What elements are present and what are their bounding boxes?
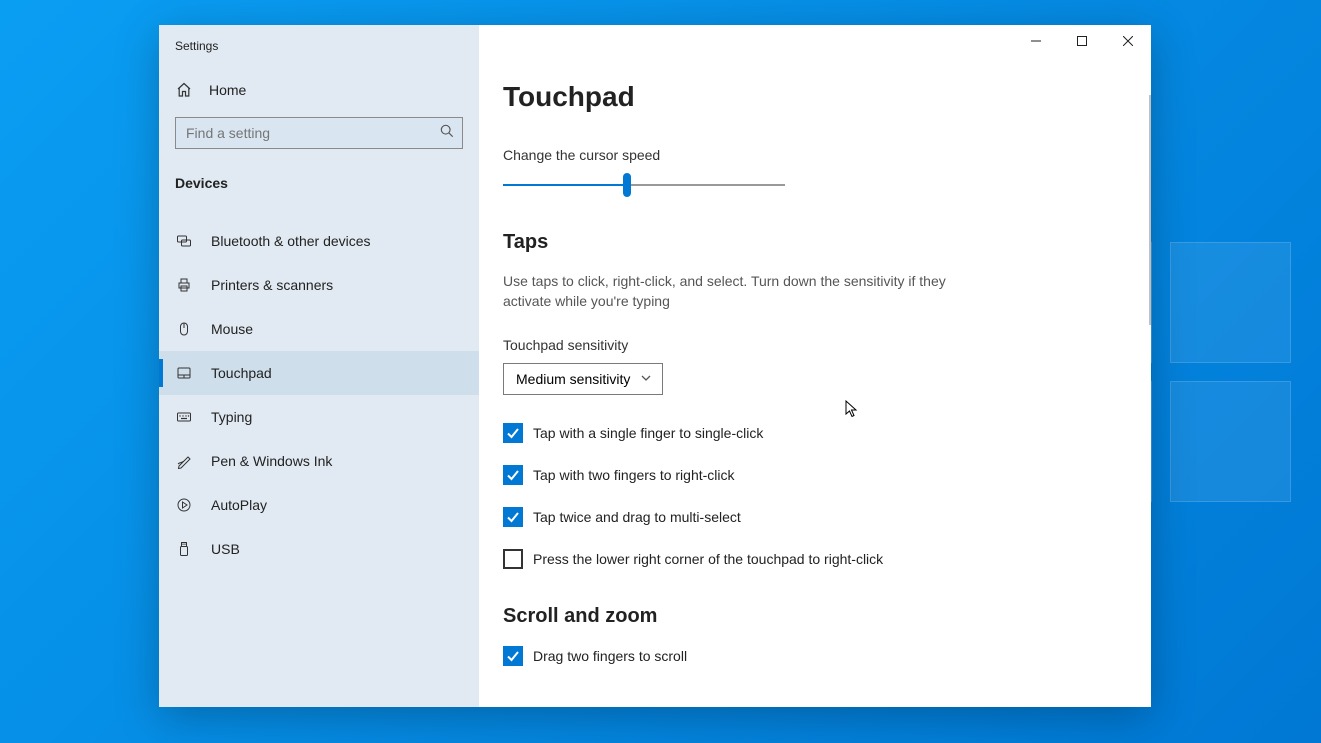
sidebar-item-usb[interactable]: USB — [159, 527, 479, 571]
sidebar-item-printers[interactable]: Printers & scanners — [159, 263, 479, 307]
checkbox-label: Tap twice and drag to multi-select — [533, 509, 741, 525]
app-title: Settings — [159, 37, 479, 71]
checkbox-icon — [503, 646, 523, 666]
sidebar: Settings Home Devices Bluetooth & other … — [159, 25, 479, 707]
nav-list: Bluetooth & other devices Printers & sca… — [159, 219, 479, 571]
close-button[interactable] — [1105, 25, 1151, 57]
home-label: Home — [209, 82, 246, 98]
chevron-down-icon — [640, 371, 652, 387]
sidebar-item-label: Printers & scanners — [211, 277, 333, 293]
taps-description: Use taps to click, right-click, and sele… — [503, 272, 963, 311]
checkbox-label: Drag two fingers to scroll — [533, 648, 687, 664]
checkbox-label: Tap with a single finger to single-click — [533, 425, 763, 441]
sidebar-item-label: Typing — [211, 409, 252, 425]
autoplay-icon — [175, 496, 193, 514]
sidebar-item-label: Mouse — [211, 321, 253, 337]
sidebar-item-label: Touchpad — [211, 365, 272, 381]
page-title: Touchpad — [503, 81, 1127, 113]
sensitivity-value: Medium sensitivity — [516, 371, 630, 387]
checkbox-lower-right[interactable]: Press the lower right corner of the touc… — [503, 549, 1127, 569]
usb-icon — [175, 540, 193, 558]
slider-thumb[interactable] — [623, 173, 631, 197]
search-icon — [440, 124, 454, 143]
settings-window: Settings Home Devices Bluetooth & other … — [159, 25, 1151, 707]
checkbox-icon — [503, 507, 523, 527]
sidebar-item-touchpad[interactable]: Touchpad — [159, 351, 479, 395]
content-area: Touchpad Change the cursor speed Taps Us… — [479, 25, 1151, 707]
scrollbar[interactable] — [1149, 95, 1151, 325]
checkbox-icon — [503, 549, 523, 569]
checkbox-icon — [503, 423, 523, 443]
checkbox-drag-scroll[interactable]: Drag two fingers to scroll — [503, 646, 1127, 666]
touchpad-icon — [175, 364, 193, 382]
sidebar-item-mouse[interactable]: Mouse — [159, 307, 479, 351]
bluetooth-icon — [175, 232, 193, 250]
keyboard-icon — [175, 408, 193, 426]
checkbox-single-tap[interactable]: Tap with a single finger to single-click — [503, 423, 1127, 443]
search-box[interactable] — [175, 117, 463, 149]
home-button[interactable]: Home — [159, 71, 479, 109]
checkbox-label: Tap with two fingers to right-click — [533, 467, 735, 483]
sidebar-item-typing[interactable]: Typing — [159, 395, 479, 439]
titlebar-buttons — [1013, 25, 1151, 57]
mouse-icon — [175, 320, 193, 338]
taps-title: Taps — [503, 231, 1127, 254]
sidebar-item-label: AutoPlay — [211, 497, 267, 513]
sidebar-item-bluetooth[interactable]: Bluetooth & other devices — [159, 219, 479, 263]
pen-icon — [175, 452, 193, 470]
sidebar-item-label: Pen & Windows Ink — [211, 453, 332, 469]
printer-icon — [175, 276, 193, 294]
sidebar-item-label: Bluetooth & other devices — [211, 233, 371, 249]
maximize-button[interactable] — [1059, 25, 1105, 57]
home-icon — [175, 81, 193, 99]
checkbox-tap-twice-drag[interactable]: Tap twice and drag to multi-select — [503, 507, 1127, 527]
checkbox-two-finger-tap[interactable]: Tap with two fingers to right-click — [503, 465, 1127, 485]
checkbox-label: Press the lower right corner of the touc… — [533, 551, 883, 567]
sensitivity-label: Touchpad sensitivity — [503, 337, 1127, 353]
sidebar-item-pen[interactable]: Pen & Windows Ink — [159, 439, 479, 483]
sensitivity-dropdown[interactable]: Medium sensitivity — [503, 363, 663, 395]
cursor-speed-slider[interactable] — [503, 173, 785, 197]
sidebar-item-label: USB — [211, 541, 240, 557]
section-title: Devices — [159, 161, 479, 203]
cursor-speed-label: Change the cursor speed — [503, 147, 1127, 163]
checkbox-icon — [503, 465, 523, 485]
scroll-zoom-title: Scroll and zoom — [503, 605, 1127, 628]
sidebar-item-autoplay[interactable]: AutoPlay — [159, 483, 479, 527]
search-input[interactable] — [186, 125, 440, 141]
minimize-button[interactable] — [1013, 25, 1059, 57]
